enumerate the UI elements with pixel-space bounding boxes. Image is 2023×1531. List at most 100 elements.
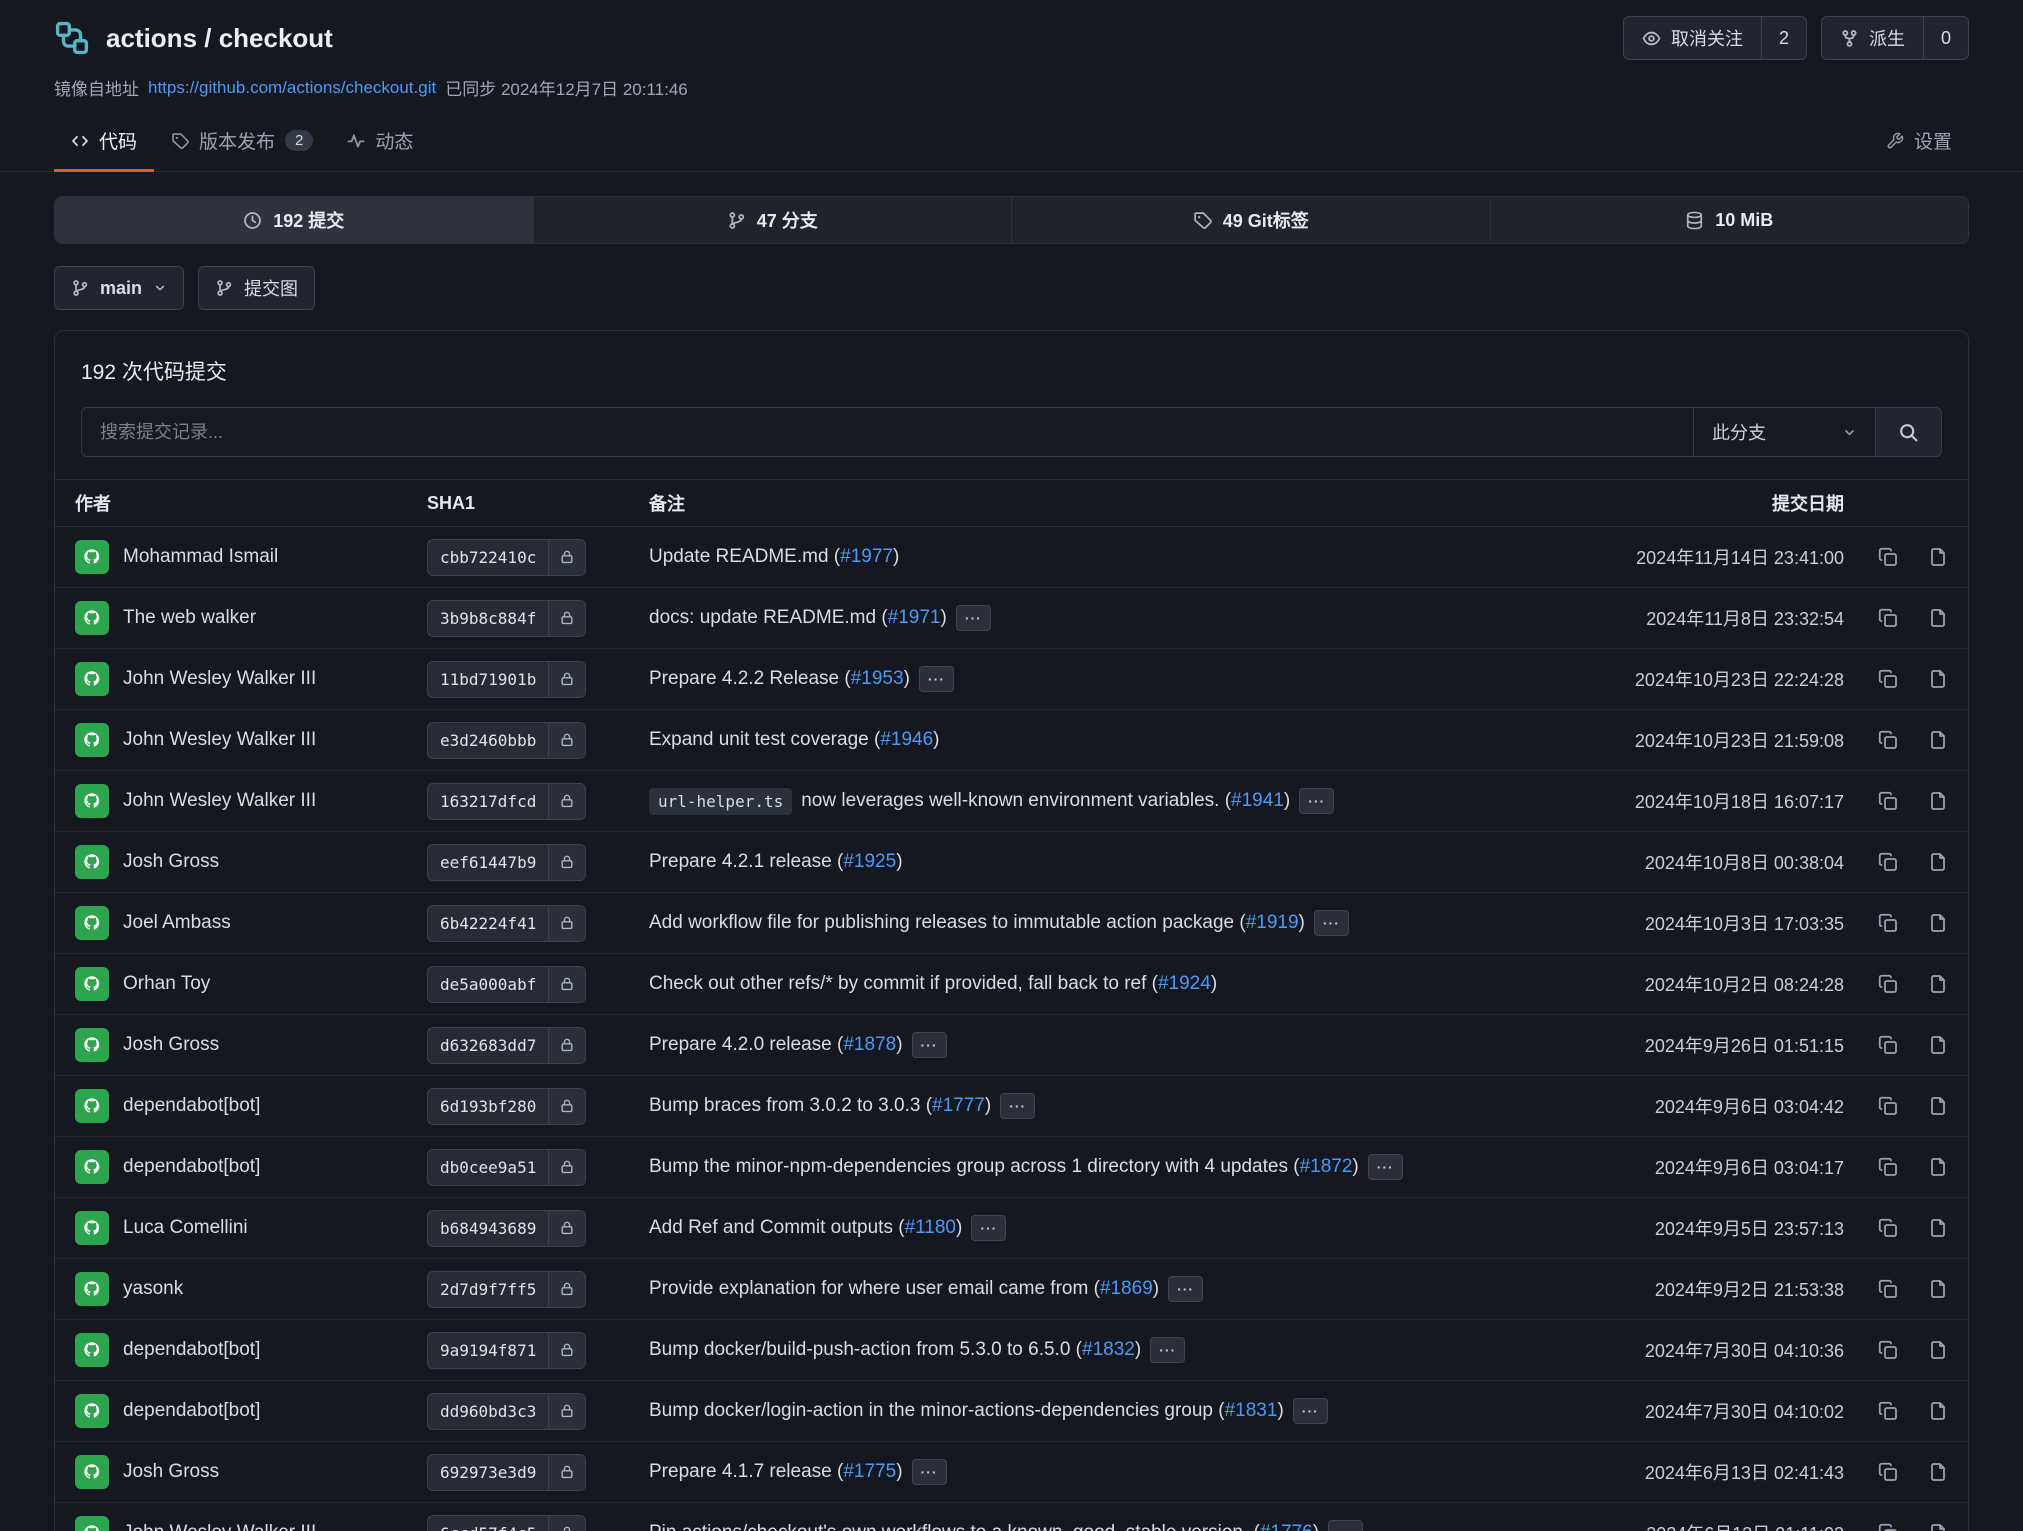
stats-tags[interactable]: 49 Git标签 xyxy=(1011,197,1490,243)
tab-activity[interactable]: 动态 xyxy=(330,114,430,172)
watch-count[interactable]: 2 xyxy=(1761,17,1806,59)
repo-title[interactable]: actions / checkout xyxy=(106,23,333,54)
copy-sha-icon[interactable] xyxy=(1878,913,1898,933)
copy-sha-icon[interactable] xyxy=(1878,974,1898,994)
commit-pr-link[interactable]: #1941 xyxy=(1231,790,1284,811)
fork-count[interactable]: 0 xyxy=(1923,17,1968,59)
commit-sha-button[interactable]: cbb722410c xyxy=(427,539,586,576)
commit-sha-button[interactable]: de5a000abf xyxy=(427,966,586,1003)
commit-sha-button[interactable]: 6d193bf280 xyxy=(427,1088,586,1125)
commit-pr-link[interactable]: #1971 xyxy=(888,607,941,628)
browse-source-icon[interactable] xyxy=(1928,1096,1948,1116)
commit-more-button[interactable]: ··· xyxy=(919,666,954,692)
stats-commits[interactable]: 192 提交 xyxy=(55,197,533,243)
commit-sha-button[interactable]: 9a9194f871 xyxy=(427,1332,586,1369)
copy-sha-icon[interactable] xyxy=(1878,669,1898,689)
browse-source-icon[interactable] xyxy=(1928,730,1948,750)
commit-pr-link[interactable]: #1953 xyxy=(851,668,904,689)
commit-pr-link[interactable]: #1775 xyxy=(843,1461,896,1482)
branch-filter-select[interactable]: 此分支 xyxy=(1693,408,1875,456)
copy-sha-icon[interactable] xyxy=(1878,1523,1898,1531)
commit-more-button[interactable]: ··· xyxy=(1000,1093,1035,1119)
commit-sha-button[interactable]: db0cee9a51 xyxy=(427,1149,586,1186)
stats-branches[interactable]: 47 分支 xyxy=(533,197,1012,243)
copy-sha-icon[interactable] xyxy=(1878,547,1898,567)
copy-sha-icon[interactable] xyxy=(1878,730,1898,750)
commit-more-button[interactable]: ··· xyxy=(1299,788,1334,814)
browse-source-icon[interactable] xyxy=(1928,1401,1948,1421)
commit-sha-button[interactable]: b684943689 xyxy=(427,1210,586,1247)
browse-source-icon[interactable] xyxy=(1928,913,1948,933)
copy-sha-icon[interactable] xyxy=(1878,1340,1898,1360)
unwatch-button[interactable]: 取消关注 xyxy=(1624,17,1761,59)
tab-releases[interactable]: 版本发布 2 xyxy=(154,114,330,172)
copy-sha-icon[interactable] xyxy=(1878,791,1898,811)
browse-source-icon[interactable] xyxy=(1928,852,1948,872)
commit-sha-button[interactable]: 2d7d9f7ff5 xyxy=(427,1271,586,1308)
commit-sha-button[interactable]: 692973e3d9 xyxy=(427,1454,586,1491)
commit-sha-button[interactable]: d632683dd7 xyxy=(427,1027,586,1064)
commit-pr-link[interactable]: #1872 xyxy=(1300,1156,1353,1177)
mirror-url-link[interactable]: https://github.com/actions/checkout.git xyxy=(148,78,436,98)
commit-graph-button[interactable]: 提交图 xyxy=(198,266,315,310)
commit-pr-link[interactable]: #1832 xyxy=(1082,1339,1135,1360)
commit-search-input[interactable] xyxy=(82,408,1693,456)
commit-pr-link[interactable]: #1777 xyxy=(932,1095,985,1116)
commit-pr-link[interactable]: #1946 xyxy=(880,729,933,750)
copy-sha-icon[interactable] xyxy=(1878,1279,1898,1299)
stats-size[interactable]: 10 MiB xyxy=(1490,197,1969,243)
copy-sha-icon[interactable] xyxy=(1878,1462,1898,1482)
browse-source-icon[interactable] xyxy=(1928,1462,1948,1482)
commit-pr-link[interactable]: #1776 xyxy=(1260,1522,1313,1531)
tab-code[interactable]: 代码 xyxy=(54,114,154,172)
browse-source-icon[interactable] xyxy=(1928,1035,1948,1055)
commit-sha-button[interactable]: e3d2460bbb xyxy=(427,722,586,759)
copy-sha-icon[interactable] xyxy=(1878,1401,1898,1421)
commit-pr-link[interactable]: #1919 xyxy=(1246,912,1299,933)
commit-sha-button[interactable]: 163217dfcd xyxy=(427,783,586,820)
copy-sha-icon[interactable] xyxy=(1878,1096,1898,1116)
commit-more-button[interactable]: ··· xyxy=(971,1215,1006,1241)
commit-pr-link[interactable]: #1924 xyxy=(1158,973,1211,994)
commit-pr-link[interactable]: #1878 xyxy=(843,1034,896,1055)
commit-pr-link[interactable]: #1869 xyxy=(1100,1278,1153,1299)
fork-button[interactable]: 派生 xyxy=(1822,17,1923,59)
repo-title-group[interactable]: actions / checkout xyxy=(54,20,333,56)
commit-sha-button[interactable]: 6b42224f41 xyxy=(427,905,586,942)
commit-sha-button[interactable]: 11bd71901b xyxy=(427,661,586,698)
commit-more-button[interactable]: ··· xyxy=(1368,1154,1403,1180)
commit-sha-button[interactable]: eef61447b9 xyxy=(427,844,586,881)
browse-source-icon[interactable] xyxy=(1928,1218,1948,1238)
commit-sha-button[interactable]: 3b9b8c884f xyxy=(427,600,586,637)
commit-pr-link[interactable]: #1180 xyxy=(905,1217,956,1238)
copy-sha-icon[interactable] xyxy=(1878,852,1898,872)
commit-pr-link[interactable]: #1925 xyxy=(843,851,896,872)
commit-more-button[interactable]: ··· xyxy=(1328,1520,1363,1531)
browse-source-icon[interactable] xyxy=(1928,1279,1948,1299)
browse-source-icon[interactable] xyxy=(1928,974,1948,994)
commit-more-button[interactable]: ··· xyxy=(1150,1337,1185,1363)
commit-pr-link[interactable]: #1977 xyxy=(840,546,893,567)
browse-source-icon[interactable] xyxy=(1928,1523,1948,1531)
branch-selector[interactable]: main xyxy=(54,266,184,310)
browse-source-icon[interactable] xyxy=(1928,1157,1948,1177)
browse-source-icon[interactable] xyxy=(1928,608,1948,628)
commit-sha-button[interactable]: dd960bd3c3 xyxy=(427,1393,586,1430)
browse-source-icon[interactable] xyxy=(1928,547,1948,567)
copy-sha-icon[interactable] xyxy=(1878,1157,1898,1177)
commit-more-button[interactable]: ··· xyxy=(912,1459,947,1485)
browse-source-icon[interactable] xyxy=(1928,1340,1948,1360)
commit-search-button[interactable] xyxy=(1875,408,1941,456)
copy-sha-icon[interactable] xyxy=(1878,1218,1898,1238)
commit-sha-button[interactable]: 6ccd57f4c5 xyxy=(427,1515,586,1531)
commit-more-button[interactable]: ··· xyxy=(912,1032,947,1058)
commit-more-button[interactable]: ··· xyxy=(956,605,991,631)
copy-sha-icon[interactable] xyxy=(1878,608,1898,628)
commit-more-button[interactable]: ··· xyxy=(1168,1276,1203,1302)
commit-pr-link[interactable]: #1831 xyxy=(1225,1400,1278,1421)
browse-source-icon[interactable] xyxy=(1928,791,1948,811)
tab-settings[interactable]: 设置 xyxy=(1869,114,1969,172)
commit-more-button[interactable]: ··· xyxy=(1314,910,1349,936)
commit-more-button[interactable]: ··· xyxy=(1293,1398,1328,1424)
copy-sha-icon[interactable] xyxy=(1878,1035,1898,1055)
